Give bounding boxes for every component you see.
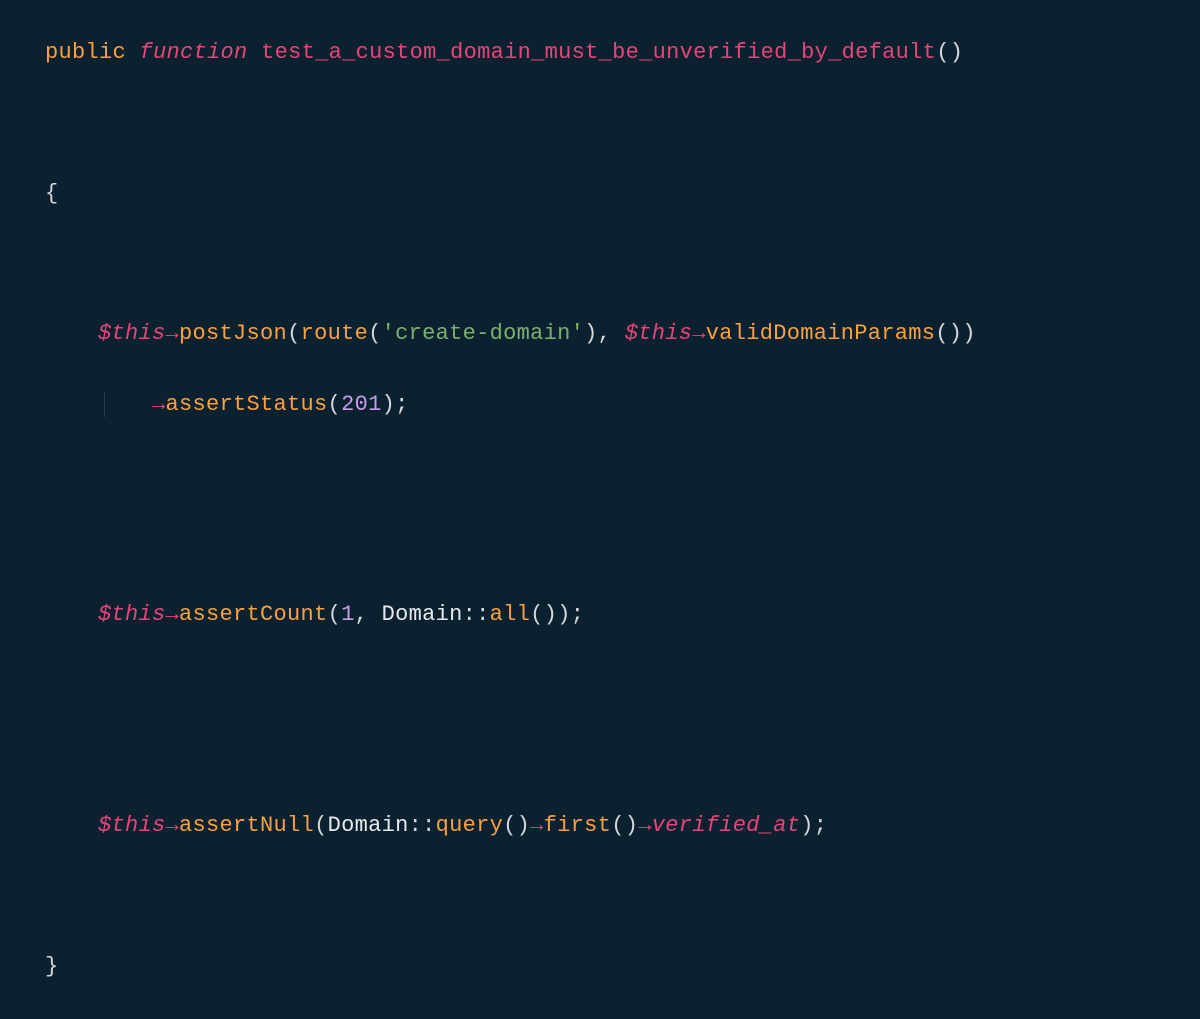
method-route: route <box>301 321 369 346</box>
brace-open: { <box>45 181 59 206</box>
line-signature: public function test_a_custom_domain_mus… <box>45 35 1155 70</box>
paren-open: ( <box>936 40 950 65</box>
blank-line <box>45 738 1155 773</box>
brace-close: } <box>45 954 59 979</box>
code-block: public function test_a_custom_domain_mus… <box>45 35 1155 1019</box>
property-verified-at: verified_at <box>652 813 801 838</box>
variable-this: $this <box>98 813 166 838</box>
arrow-op: → <box>166 813 180 838</box>
arrow-op: → <box>530 813 544 838</box>
class-Domain: Domain <box>328 813 409 838</box>
method-postJson: postJson <box>179 321 287 346</box>
line-open-brace: { <box>45 176 1155 211</box>
method-all: all <box>490 602 531 627</box>
blank-line <box>45 878 1155 913</box>
blank-line <box>45 668 1155 703</box>
arrow-op: → <box>166 602 180 627</box>
number-201: 201 <box>341 392 382 417</box>
method-first: first <box>544 813 612 838</box>
line-assertstatus: →assertStatus(201); <box>99 387 1155 422</box>
string-create-domain: 'create-domain' <box>382 321 585 346</box>
variable-this: $this <box>98 321 166 346</box>
method-assertCount: assertCount <box>179 602 328 627</box>
class-Domain: Domain <box>382 602 463 627</box>
keyword-function: function <box>140 40 248 65</box>
blank-line <box>45 457 1155 492</box>
function-name: test_a_custom_domain_must_be_unverified_… <box>261 40 936 65</box>
line-close-brace: } <box>45 949 1155 984</box>
blank-line <box>45 246 1155 281</box>
line-assertcount: $this→assertCount(1, Domain::all()); <box>45 597 1155 632</box>
line-assertnull: $this→assertNull(Domain::query()→first()… <box>45 808 1155 843</box>
double-colon: :: <box>409 813 436 838</box>
arrow-op: → <box>152 392 166 417</box>
keyword-public: public <box>45 40 126 65</box>
arrow-op: → <box>166 321 180 346</box>
line-postjson: $this→postJson(route('create-domain'), $… <box>45 316 1155 351</box>
arrow-op: → <box>692 321 706 346</box>
method-validDomainParams: validDomainParams <box>706 321 936 346</box>
variable-this: $this <box>98 602 166 627</box>
blank-line <box>45 527 1155 562</box>
method-assertStatus: assertStatus <box>166 392 328 417</box>
number-1: 1 <box>341 602 355 627</box>
variable-this: $this <box>625 321 693 346</box>
blank-line <box>45 105 1155 140</box>
double-colon: :: <box>463 602 490 627</box>
arrow-op: → <box>638 813 652 838</box>
method-query: query <box>436 813 504 838</box>
method-assertNull: assertNull <box>179 813 314 838</box>
paren-close: ) <box>950 40 964 65</box>
